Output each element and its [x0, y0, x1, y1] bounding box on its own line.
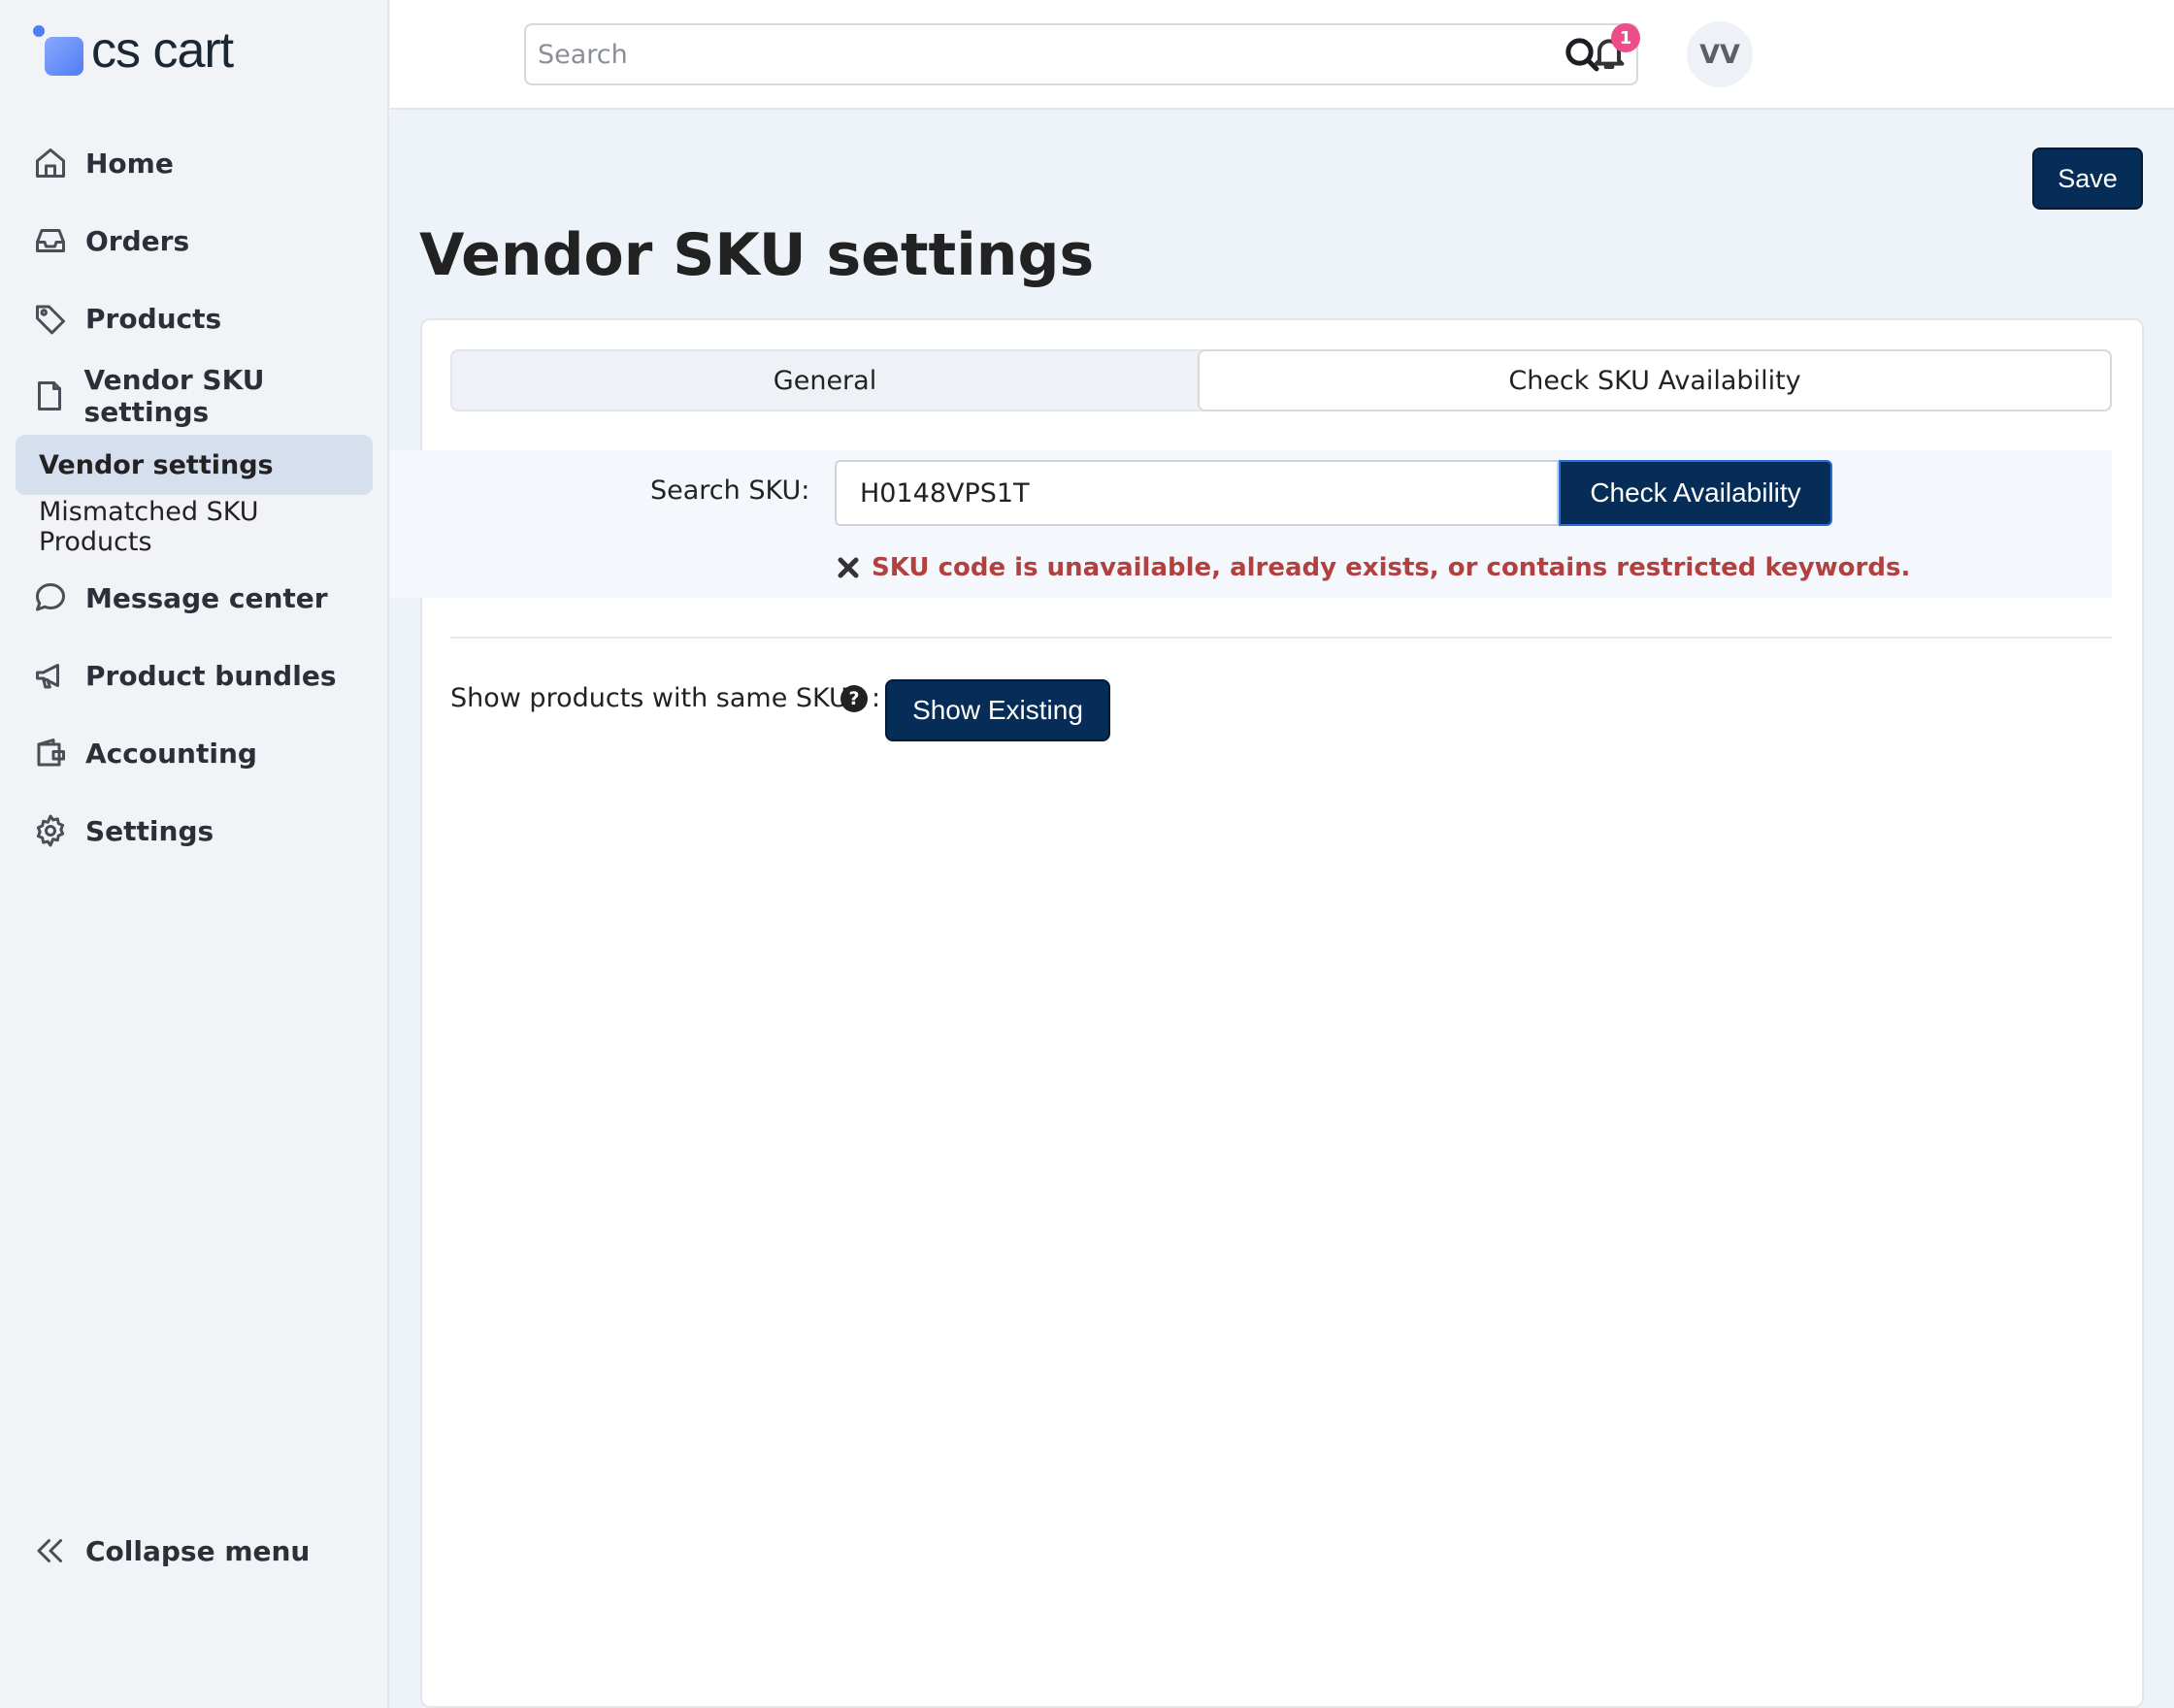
sidebar-item-label: Products	[85, 302, 222, 335]
sidebar-item-label: Orders	[85, 224, 190, 257]
same-sku-colon: :	[872, 683, 881, 713]
collapse-menu-label: Collapse menu	[85, 1534, 311, 1567]
wallet-icon	[31, 734, 70, 772]
sku-error-text: SKU code is unavailable, already exists,…	[872, 553, 1911, 582]
sidebar-subitem-vendor-settings[interactable]: Vendor settings	[16, 435, 373, 495]
sidebar-subitem-label: Vendor settings	[39, 449, 274, 480]
sidebar-item-label: Home	[85, 147, 174, 180]
sidebar-item-settings[interactable]: Settings	[31, 804, 214, 858]
tag-icon	[31, 299, 70, 338]
file-icon	[31, 377, 69, 415]
close-icon	[837, 556, 860, 579]
sidebar-item-label: Product bundles	[85, 659, 337, 692]
sidebar-item-orders[interactable]: Orders	[31, 214, 189, 268]
logo[interactable]: cs cart	[31, 21, 234, 80]
sidebar: cs cart Home Orders Products Vendor SKU …	[0, 0, 389, 1708]
search-input[interactable]	[526, 25, 1565, 83]
divider	[450, 637, 2112, 639]
inbox-icon	[31, 221, 70, 260]
gear-icon	[31, 811, 70, 850]
sidebar-subitem-label: Mismatched SKU Products	[39, 497, 259, 557]
tab-check-sku-availability[interactable]: Check SKU Availability	[1198, 349, 2112, 411]
sidebar-item-label: Settings	[85, 814, 214, 847]
sidebar-item-accounting[interactable]: Accounting	[31, 726, 257, 780]
sidebar-item-vendor-sku-settings[interactable]: Vendor SKU settings	[31, 364, 387, 428]
avatar[interactable]: VV	[1687, 21, 1753, 87]
logo-text: cs cart	[91, 22, 234, 79]
collapse-menu-button[interactable]: Collapse menu	[31, 1524, 310, 1578]
sku-error-message: SKU code is unavailable, already exists,…	[837, 553, 1910, 582]
home-icon	[31, 144, 70, 182]
megaphone-icon	[31, 656, 70, 695]
save-button[interactable]: Save	[2032, 148, 2143, 210]
tab-general[interactable]: General	[452, 351, 1198, 410]
topbar	[390, 0, 2174, 110]
search-sku-label: Search SKU:	[650, 476, 810, 506]
search-box	[524, 23, 1638, 85]
help-icon[interactable]: ?	[840, 685, 868, 712]
check-availability-button[interactable]: Check Availability	[1559, 460, 1832, 526]
sidebar-item-message-center[interactable]: Message center	[31, 571, 328, 625]
sidebar-subitem-mismatched-sku-products[interactable]: Mismatched SKU Products	[16, 497, 373, 557]
show-existing-button[interactable]: Show Existing	[885, 679, 1110, 741]
sidebar-item-label: Vendor SKU settings	[83, 364, 265, 428]
same-sku-label: Show products with same SKU	[450, 683, 848, 713]
sidebar-item-label: Accounting	[85, 737, 257, 770]
sidebar-item-product-bundles[interactable]: Product bundles	[31, 648, 336, 703]
tab-bar: General Check SKU Availability	[450, 349, 2112, 411]
page-title: Vendor SKU settings	[419, 221, 1095, 289]
sidebar-item-products[interactable]: Products	[31, 291, 221, 345]
chevrons-left-icon	[31, 1531, 70, 1570]
chat-icon	[31, 578, 70, 617]
sidebar-item-label: Message center	[85, 581, 328, 614]
sidebar-item-home[interactable]: Home	[31, 136, 174, 190]
logo-icon	[31, 23, 85, 78]
sku-input[interactable]	[835, 460, 1559, 526]
notification-badge: 1	[1611, 23, 1640, 52]
